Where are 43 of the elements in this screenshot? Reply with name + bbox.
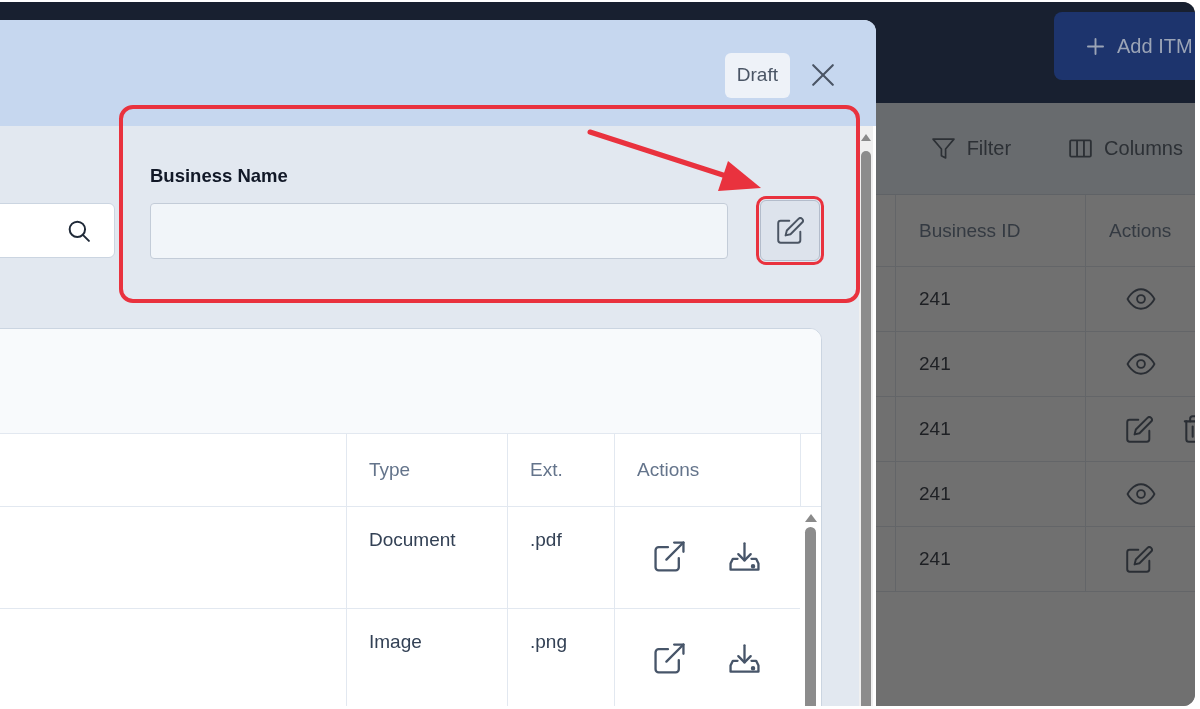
filter-icon bbox=[931, 138, 955, 159]
table-cell: .pdf bbox=[507, 507, 614, 608]
table-cell: 241 bbox=[895, 397, 1085, 461]
scroll-up-icon[interactable] bbox=[804, 514, 817, 522]
pencil-icon[interactable] bbox=[1126, 415, 1153, 443]
column-header: Type bbox=[346, 434, 507, 506]
scrollbar-thumb[interactable] bbox=[805, 527, 816, 706]
pencil-icon[interactable] bbox=[1126, 545, 1153, 573]
table-cell: Image bbox=[346, 609, 507, 706]
eye-icon[interactable] bbox=[1126, 353, 1156, 375]
add-button[interactable]: Add ITM bbox=[1054, 12, 1195, 80]
scrollbar-track[interactable] bbox=[859, 126, 873, 706]
column-header: Actions bbox=[614, 434, 800, 506]
table-cell: .png bbox=[507, 609, 614, 706]
download-icon[interactable] bbox=[729, 541, 760, 572]
table-cell: 241 bbox=[895, 332, 1085, 396]
business-name-input[interactable] bbox=[150, 202, 728, 259]
column-header: Actions bbox=[1085, 195, 1195, 266]
table-cell: 241 bbox=[895, 527, 1085, 591]
scrollbar-thumb[interactable] bbox=[861, 151, 871, 706]
eye-icon[interactable] bbox=[1126, 483, 1156, 505]
field-label: Business Name bbox=[150, 165, 288, 187]
close-icon bbox=[812, 64, 834, 86]
download-icon[interactable] bbox=[729, 643, 760, 674]
table-cell: Document bbox=[346, 507, 507, 608]
external-link-icon[interactable] bbox=[654, 541, 685, 572]
table-cell: 241 bbox=[895, 462, 1085, 526]
column-header: Ext. bbox=[507, 434, 614, 506]
search-icon bbox=[68, 219, 90, 242]
toolbar-button[interactable]: Columns bbox=[1069, 137, 1183, 160]
plus-icon bbox=[1087, 37, 1104, 55]
trash-icon[interactable] bbox=[1183, 415, 1195, 443]
pencil-icon bbox=[776, 217, 804, 244]
columns-icon bbox=[1069, 138, 1093, 159]
column-header: Business ID bbox=[895, 195, 1085, 266]
status-badge: Draft bbox=[724, 52, 790, 98]
table-cell: 241 bbox=[895, 267, 1085, 331]
close-button[interactable] bbox=[812, 64, 834, 86]
scroll-up-icon[interactable] bbox=[861, 134, 871, 141]
search-field[interactable] bbox=[0, 203, 115, 258]
eye-icon[interactable] bbox=[1126, 288, 1156, 310]
toolbar-button[interactable]: Filter bbox=[931, 137, 1012, 160]
external-link-icon[interactable] bbox=[654, 643, 685, 674]
